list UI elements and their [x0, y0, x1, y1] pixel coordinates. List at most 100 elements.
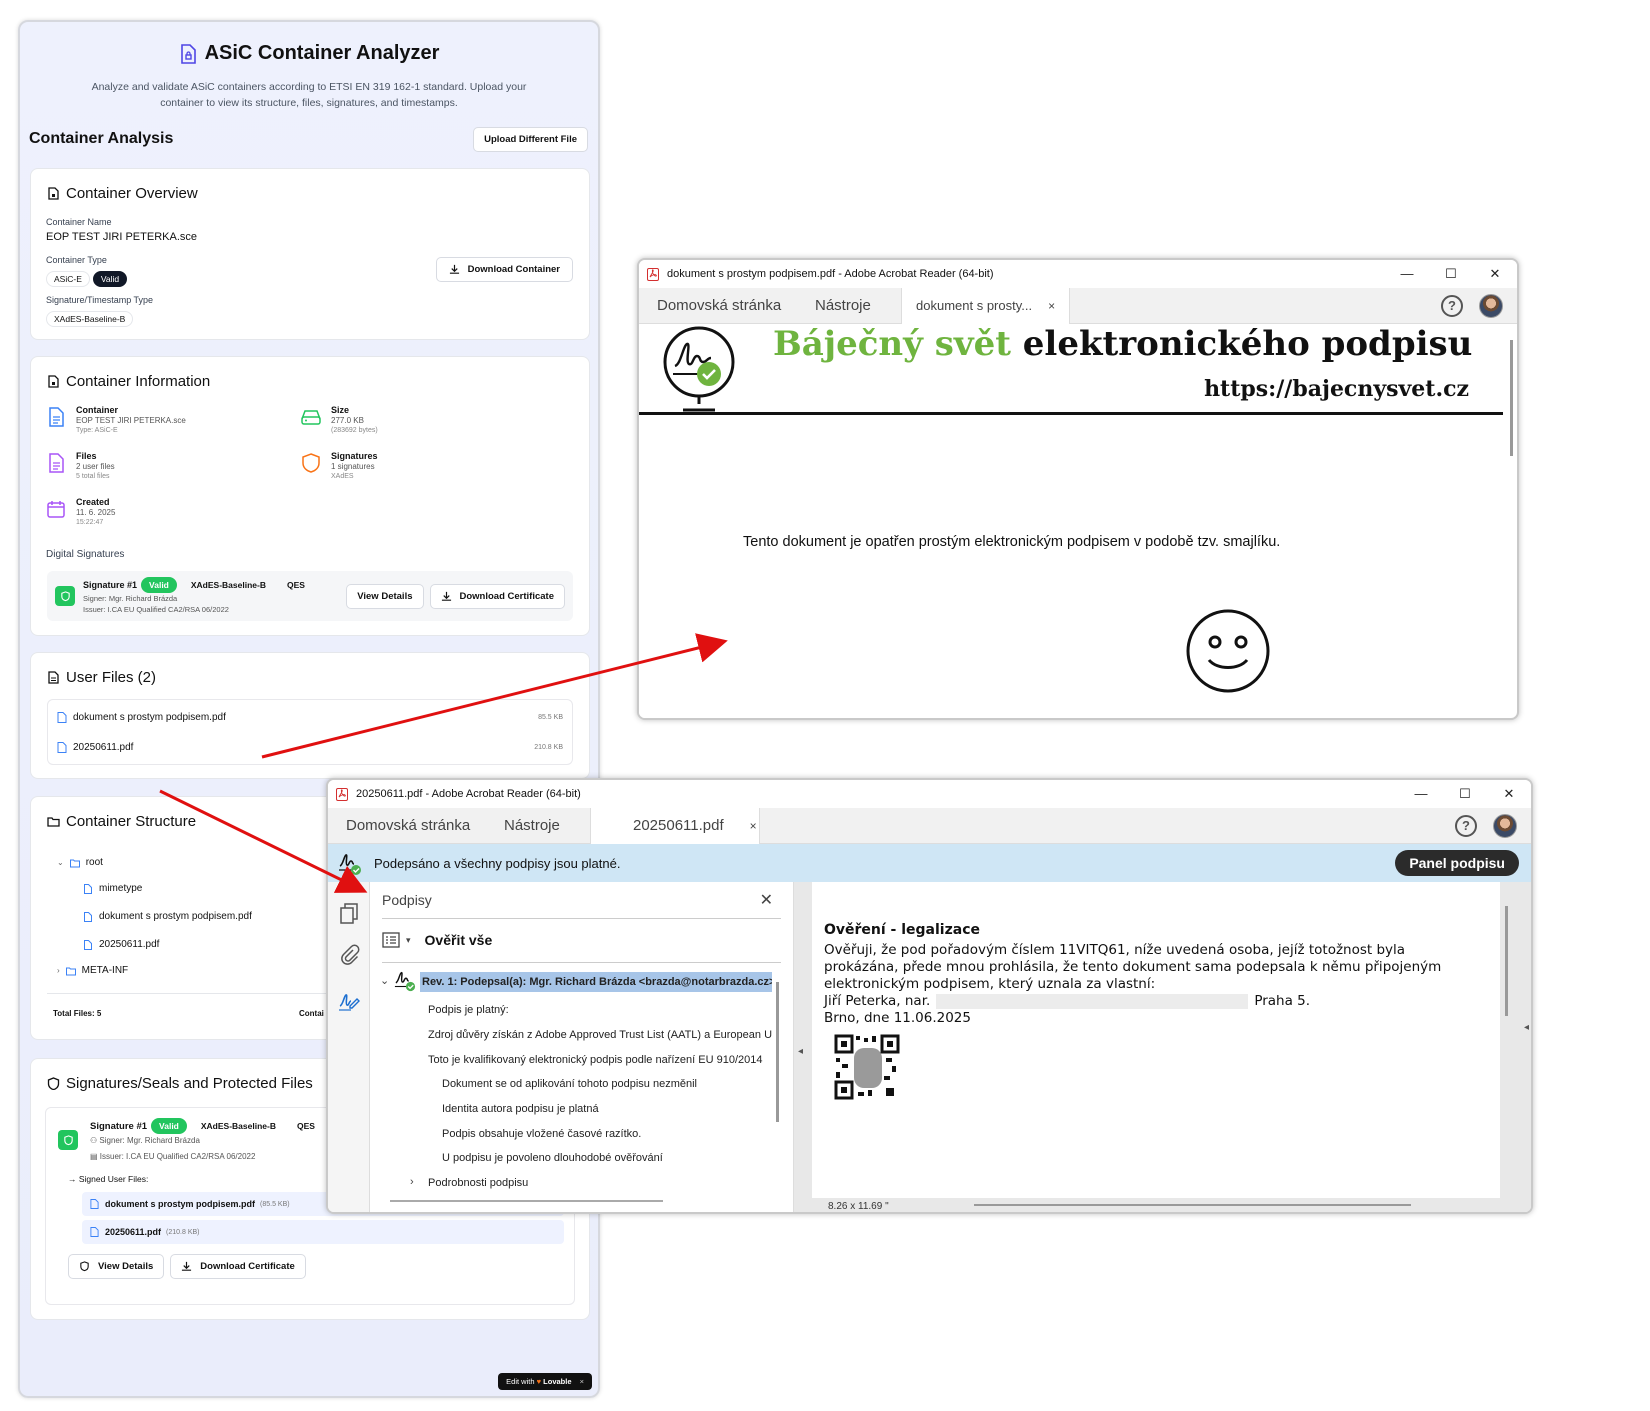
window1-scrollbar[interactable]	[1510, 340, 1513, 456]
info-title: Container Information	[47, 373, 210, 390]
collapse-panel-icon[interactable]: ◂	[798, 1046, 803, 1057]
signature-valid-icon	[394, 972, 416, 992]
user-file-row[interactable]: 20250611.pdf 210.8 KB	[47, 733, 573, 761]
overview-title: Container Overview	[47, 185, 198, 202]
tree-file[interactable]: mimetype	[83, 883, 142, 894]
download-icon	[441, 591, 451, 601]
signature-pen-icon[interactable]	[338, 990, 360, 1012]
signature-signer: Signer: Mgr. Richard Brázda	[83, 594, 178, 603]
help-icon[interactable]: ?	[1441, 295, 1463, 317]
asic-e-badge: ASiC-E	[46, 271, 90, 287]
document-hscrollbar[interactable]	[974, 1204, 1411, 1206]
expand-right-panel-icon[interactable]: ◂	[1524, 1022, 1529, 1033]
help-icon[interactable]: ?	[1455, 815, 1477, 837]
page-heading-black: elektronického podpisu	[1022, 324, 1473, 364]
tab-tools[interactable]: Nástroje	[504, 808, 560, 844]
avatar[interactable]	[1493, 814, 1517, 838]
signature-more-details[interactable]: Podrobnosti podpisu	[428, 1177, 528, 1189]
verify-all-label: Ověřit vše	[424, 932, 493, 948]
tree-root-label: root	[85, 857, 103, 868]
seal-issuer-row: ▤ Issuer: I.CA EU Qualified CA2/RSA 06/2…	[90, 1152, 255, 1161]
signed-file-name: 20250611.pdf	[105, 1227, 162, 1237]
signature-revision-row[interactable]: Rev. 1: Podepsal(a): Mgr. Richard Brázda…	[420, 972, 772, 992]
lovable-close-icon[interactable]: ×	[580, 1377, 584, 1386]
info-container: Container EOP TEST JIRI PETERKA.sce Type: …	[46, 405, 186, 436]
view-details-button[interactable]: View Details	[346, 583, 424, 609]
info-signatures-count: 1 signatures	[331, 462, 375, 471]
page-header-rule	[639, 412, 1503, 415]
tab-document[interactable]: dokument s prosty... ×	[901, 288, 1071, 324]
verify-all-row[interactable]: ▾ Ověřit vše	[382, 932, 492, 948]
window2-controls: — ☐ ✕	[1399, 780, 1531, 808]
user-file-row[interactable]: dokument s prostym podpisem.pdf 85.5 KB	[47, 703, 573, 731]
tab-close-icon[interactable]: ×	[1048, 299, 1055, 313]
tree-file[interactable]: dokument s prostym podpisem.pdf	[83, 911, 252, 922]
container-type-badges: ASiC-E Valid	[46, 269, 130, 287]
download-certificate-button[interactable]: Download Certificate	[429, 583, 565, 609]
minimize-icon[interactable]: —	[1399, 780, 1443, 808]
tab-home[interactable]: Domovská stránka	[346, 808, 470, 844]
tab-home[interactable]: Domovská stránka	[657, 288, 781, 324]
tab-tools[interactable]: Nástroje	[815, 288, 871, 324]
download-icon	[449, 264, 459, 274]
panel-scrollbar[interactable]	[776, 982, 779, 1122]
signed-file-row[interactable]: 20250611.pdf (210.8 KB)	[82, 1220, 564, 1244]
document-scrollbar[interactable]	[1505, 906, 1508, 1016]
tab-close-icon[interactable]: ×	[750, 819, 757, 833]
container-information-card: Container Information Container EOP TEST …	[30, 356, 590, 636]
signature-status-text: Podepsáno a všechny podpisy jsou platné.	[374, 855, 621, 871]
info-files-total: 5 total files	[76, 473, 110, 480]
xades-badge: XAdES-Baseline-B	[46, 311, 134, 327]
signature-name: Signature #1	[83, 580, 138, 590]
page-body-text: Tento dokument je opatřen prostým elektr…	[743, 534, 1281, 550]
user-files-title-text: User Files (2)	[66, 669, 157, 686]
paperclip-icon[interactable]	[338, 944, 360, 966]
download-icon	[182, 1261, 192, 1271]
maximize-icon[interactable]: ☐	[1429, 260, 1473, 288]
info-container-title: Container	[76, 405, 119, 415]
upload-different-file-button[interactable]: Upload Different File	[473, 126, 588, 152]
close-icon[interactable]: ✕	[1487, 780, 1531, 808]
pdf-icon	[336, 787, 348, 801]
signed-file-size: (85.5 KB)	[260, 1200, 290, 1208]
info-created-title: Created	[76, 497, 110, 507]
signature-panel-button[interactable]: Panel podpisu	[1395, 850, 1519, 876]
acrobat-window-document1: dokument s prostym podpisem.pdf - Adobe …	[637, 258, 1519, 720]
download-container-button[interactable]: Download Container	[435, 257, 573, 282]
calendar-icon	[47, 501, 65, 518]
signature-issuer: Issuer: I.CA EU Qualified CA2/RSA 06/202…	[83, 605, 229, 614]
window2-title: 20250611.pdf - Adobe Acrobat Reader (64-…	[356, 788, 581, 800]
signature-meta: Signature #1 Valid XAdES-Baseline-B QES …	[83, 577, 315, 615]
tree-file[interactable]: 20250611.pdf	[83, 939, 159, 950]
shield-icon	[80, 1261, 89, 1272]
app-title: ASiC Container Analyzer	[179, 42, 439, 65]
file-icon	[48, 671, 59, 684]
maximize-icon[interactable]: ☐	[1443, 780, 1487, 808]
chevron-right-icon[interactable]: ›	[410, 1176, 414, 1188]
file-icon	[90, 1227, 99, 1237]
valid-badge: Valid	[92, 271, 128, 287]
window2-titlebar: 20250611.pdf - Adobe Acrobat Reader (64-…	[328, 780, 1531, 808]
pages-icon[interactable]	[338, 902, 360, 924]
app-description: Analyze and validate ASiC containers acc…	[91, 80, 527, 109]
edit-with-lovable-badge[interactable]: Edit with ♥ Lovable ×	[498, 1373, 592, 1390]
close-icon[interactable]: ✕	[1473, 260, 1517, 288]
info-container-name: EOP TEST JIRI PETERKA.sce	[76, 416, 186, 425]
tab-document-label: 20250611.pdf	[633, 817, 724, 834]
info-size-title: Size	[331, 405, 350, 415]
tree-meta-inf[interactable]: › META-INF	[57, 965, 128, 976]
folder-icon	[69, 859, 80, 867]
tab-document[interactable]: 20250611.pdf ×	[590, 808, 760, 844]
minimize-icon[interactable]: —	[1385, 260, 1429, 288]
analysis-header: Container Analysis Upload Different File	[20, 111, 598, 152]
avatar[interactable]	[1479, 294, 1503, 318]
panel-close-icon[interactable]: ✕	[760, 890, 773, 910]
seal-download-certificate-button[interactable]: Download Certificate	[170, 1254, 306, 1279]
container-name-label: Container Name	[46, 217, 112, 227]
panel-divider	[382, 918, 781, 919]
window2-tabbar: Domovská stránka Nástroje 20250611.pdf × …	[328, 808, 1531, 844]
panel-hscrollbar[interactable]	[390, 1200, 663, 1202]
seal-view-details-button[interactable]: View Details	[68, 1254, 165, 1279]
tree-root[interactable]: ⌄ root	[57, 857, 103, 868]
chevron-down-icon[interactable]: ⌄	[380, 974, 389, 987]
